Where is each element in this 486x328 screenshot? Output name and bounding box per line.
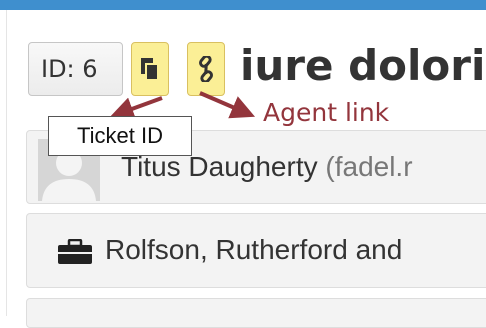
- arrow-to-ticket-id: [109, 96, 163, 121]
- arrow-to-agent-link: [199, 91, 256, 119]
- annotation-arrows: [109, 91, 256, 121]
- ticket-id-tooltip: Ticket ID: [48, 116, 192, 156]
- agent-link-annotation: Agent link: [263, 98, 390, 127]
